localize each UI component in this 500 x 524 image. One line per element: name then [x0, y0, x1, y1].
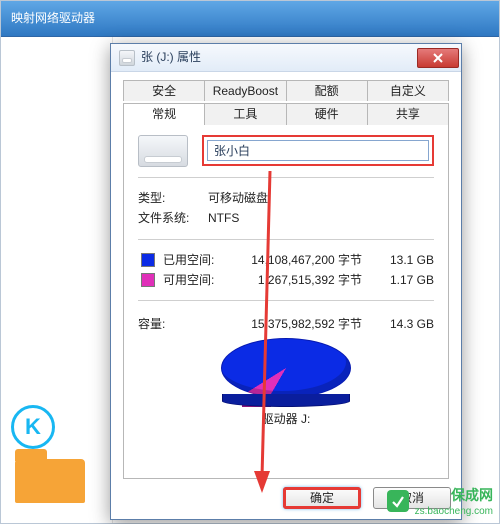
- tab-row-1: 安全 ReadyBoost 配额 自定义: [123, 80, 449, 101]
- capacity-gb: 14.3 GB: [378, 317, 434, 331]
- tab-custom[interactable]: 自定义: [367, 80, 449, 101]
- toolbar-label: 映射网络驱动器: [11, 11, 95, 25]
- free-bytes: 1,267,515,392 字节: [229, 273, 378, 287]
- watermark: 保成网 zs.baocheng.com: [387, 485, 493, 517]
- explorer-toolbar[interactable]: 映射网络驱动器: [1, 1, 499, 37]
- used-swatch-icon: [141, 253, 155, 267]
- tab-readyboost[interactable]: ReadyBoost: [204, 80, 286, 101]
- properties-dialog: 张 (J:) 属性 安全 ReadyBoost 配额 自定义 常规 工具 硬件 …: [110, 43, 462, 520]
- type-label: 类型:: [138, 191, 208, 205]
- watermark-logo-icon: [387, 490, 409, 512]
- usage-pie-chart: [221, 338, 351, 398]
- used-label: 已用空间:: [163, 253, 229, 267]
- folder-icon[interactable]: [15, 459, 85, 503]
- watermark-url: zs.baocheng.com: [415, 506, 493, 517]
- drive-caption: 驱动器 J:: [262, 412, 311, 426]
- dialog-title: 张 (J:) 属性: [141, 50, 417, 64]
- used-gb: 13.1 GB: [378, 253, 434, 267]
- dialog-titlebar[interactable]: 张 (J:) 属性: [111, 44, 461, 72]
- volume-name-highlight: [202, 135, 434, 166]
- k-circle-icon[interactable]: K: [11, 405, 55, 449]
- close-icon: [432, 52, 444, 64]
- volume-name-input[interactable]: [207, 140, 429, 161]
- tab-tools[interactable]: 工具: [204, 103, 286, 124]
- ok-button[interactable]: 确定: [283, 487, 361, 509]
- tab-quota[interactable]: 配额: [286, 80, 368, 101]
- tab-general[interactable]: 常规: [123, 103, 205, 124]
- general-tab-panel: 类型: 可移动磁盘 文件系统: NTFS 已用空间: 14,108,467,20…: [123, 124, 449, 479]
- close-button[interactable]: [417, 48, 459, 68]
- tab-row-2: 常规 工具 硬件 共享: [123, 103, 449, 124]
- drive-icon: [119, 50, 135, 66]
- used-bytes: 14,108,467,200 字节: [229, 253, 378, 267]
- tab-security[interactable]: 安全: [123, 80, 205, 101]
- watermark-brand: 保成网: [451, 485, 493, 505]
- capacity-bytes: 15,375,982,592 字节: [228, 317, 378, 331]
- fs-value: NTFS: [208, 211, 434, 225]
- free-swatch-icon: [141, 273, 155, 287]
- drive-glyph-icon: [138, 135, 188, 167]
- free-label: 可用空间:: [163, 273, 229, 287]
- capacity-label: 容量:: [138, 317, 228, 331]
- tab-hardware[interactable]: 硬件: [286, 103, 368, 124]
- fs-label: 文件系统:: [138, 211, 208, 225]
- type-value: 可移动磁盘: [208, 191, 434, 205]
- free-gb: 1.17 GB: [378, 273, 434, 287]
- tab-sharing[interactable]: 共享: [367, 103, 449, 124]
